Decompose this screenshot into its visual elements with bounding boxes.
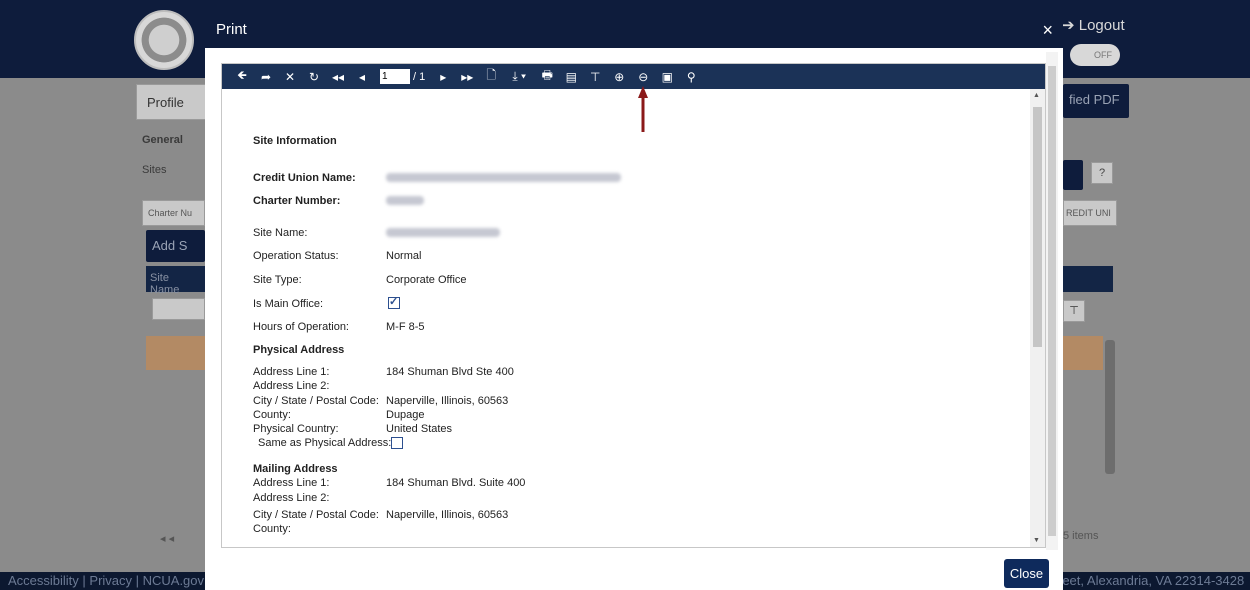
full-screen-icon[interactable]: ▣ (655, 64, 679, 89)
logout-link[interactable]: ➔ Logout (1062, 16, 1125, 34)
mail-line1-label: Address Line 1: (253, 477, 330, 489)
zoom-in-icon[interactable]: ⊕ (607, 64, 631, 89)
mail-line1-value: 184 Shuman Blvd. Suite 400 (386, 477, 526, 489)
page-indicator: / 1 (380, 69, 425, 84)
site-name-label: Site Name: (253, 227, 308, 239)
annotation-arrow-icon (638, 86, 648, 132)
print-dialog: Print × 🡸 ➦ ✕ ↻ ◂◂ ◂ / 1 ▸ ▸▸ 🗋 ⤓ ▾ 🖶 ▤ … (205, 12, 1063, 590)
close-icon[interactable]: × (1042, 12, 1053, 48)
print-icon[interactable]: 🖶 (535, 64, 559, 89)
report-page: Site Information Credit Union Name: Char… (222, 89, 1030, 547)
credit-union-filter[interactable]: REDIT UNI (1063, 200, 1117, 226)
charter-number-label: Charter Number: (253, 195, 341, 207)
page-number-input[interactable] (380, 69, 410, 84)
phys-county-value: Dupage (386, 409, 425, 421)
tab-profile[interactable]: Profile (136, 84, 206, 120)
physical-address-heading: Physical Address (253, 344, 345, 356)
page-setup-icon[interactable]: 🗋 (479, 64, 503, 89)
main-office-label: Is Main Office: (253, 298, 324, 310)
ncua-seal-logo (134, 10, 194, 70)
phys-line2-label: Address Line 2: (253, 380, 330, 392)
charter-number-value-redacted (386, 196, 424, 205)
subtab-general[interactable]: General (142, 134, 183, 146)
selected-row[interactable] (146, 336, 205, 370)
main-office-checkbox (388, 295, 400, 309)
phys-country-label: Physical Country: (253, 423, 339, 435)
export-icon[interactable]: ⤓ ▾ (503, 64, 535, 89)
operation-status-value: Normal (386, 250, 422, 262)
same-as-checkbox (391, 437, 403, 449)
dialog-scrollbar[interactable] (1046, 52, 1058, 550)
mail-city-label: City / State / Postal Code: (253, 509, 379, 521)
selected-row-right[interactable] (1063, 336, 1103, 370)
filter-icon[interactable]: ⊤ (1063, 300, 1085, 322)
viewer-toolbar: 🡸 ➦ ✕ ↻ ◂◂ ◂ / 1 ▸ ▸▸ 🗋 ⤓ ▾ 🖶 ▤ ⊤ ⊕ ⊖ ▣ … (222, 64, 1045, 89)
phys-line1-value: 184 Shuman Blvd Ste 400 (386, 366, 514, 378)
dialog-title: Print (216, 21, 247, 38)
pager-arrows[interactable]: ◂ ◂ (160, 532, 174, 545)
close-button[interactable]: Close (1004, 559, 1049, 588)
page-total: / 1 (413, 70, 426, 83)
footer-address: reet, Alexandria, VA 22314-3428 (1058, 573, 1245, 588)
site-type-label: Site Type: (253, 274, 302, 286)
action-button[interactable] (1063, 160, 1083, 190)
mail-line2-label: Address Line 2: (253, 492, 330, 504)
credit-union-label: Credit Union Name: (253, 172, 356, 184)
dialog-scroll-thumb[interactable] (1048, 66, 1056, 536)
site-name-filter-input[interactable] (152, 298, 205, 320)
last-page-icon[interactable]: ▸▸ (455, 64, 479, 89)
dialog-header: Print × (205, 12, 1063, 48)
report-scrollbar[interactable]: ▲ ▼ (1030, 89, 1045, 547)
refresh-icon[interactable]: ↻ (302, 64, 326, 89)
hours-value: M-F 8-5 (386, 321, 425, 333)
mailing-address-heading: Mailing Address (253, 463, 338, 475)
site-type-value: Corporate Office (386, 274, 467, 286)
help-button[interactable]: ? (1091, 162, 1113, 184)
section-title: Site Information (253, 135, 337, 147)
add-site-button[interactable]: Add S (146, 230, 205, 262)
search-icon[interactable]: ⚲ (679, 64, 703, 89)
phys-city-value: Naperville, Illinois, 60563 (386, 395, 509, 407)
print-layout-icon[interactable]: ▤ (559, 64, 583, 89)
mail-county-label: County: (253, 523, 291, 535)
sites-label: Sites (142, 164, 167, 176)
first-page-icon[interactable]: ◂◂ (326, 64, 350, 89)
scroll-down-icon[interactable]: ▼ (1033, 537, 1040, 544)
mail-city-value: Naperville, Illinois, 60563 (386, 509, 509, 521)
phys-city-label: City / State / Postal Code: (253, 395, 379, 407)
grid-header-right (1063, 266, 1113, 292)
grid-scrollbar[interactable] (1105, 340, 1115, 474)
next-page-icon[interactable]: ▸ (431, 64, 455, 89)
redo-icon[interactable]: ➦ (254, 64, 278, 89)
same-as-label: Same as Physical Address: (258, 437, 392, 449)
items-count: 5 items (1063, 530, 1099, 542)
stop-icon[interactable]: ✕ (278, 64, 302, 89)
hours-label: Hours of Operation: (253, 321, 349, 333)
undo-icon[interactable]: 🡸 (230, 64, 254, 89)
scroll-up-icon[interactable]: ▲ (1033, 92, 1040, 99)
site-name-value-redacted (386, 228, 500, 237)
parameters-icon[interactable]: ⊤ (583, 64, 607, 89)
report-viewer: 🡸 ➦ ✕ ↻ ◂◂ ◂ / 1 ▸ ▸▸ 🗋 ⤓ ▾ 🖶 ▤ ⊤ ⊕ ⊖ ▣ … (221, 63, 1046, 548)
operation-status-label: Operation Status: (253, 250, 339, 262)
toggle-switch[interactable]: OFF (1070, 44, 1120, 66)
phys-county-label: County: (253, 409, 291, 421)
report-scroll-thumb[interactable] (1033, 107, 1042, 347)
verified-pdf-button[interactable]: fied PDF (1063, 84, 1129, 118)
phys-line1-label: Address Line 1: (253, 366, 330, 378)
credit-union-value-redacted (386, 173, 621, 182)
previous-page-icon[interactable]: ◂ (350, 64, 374, 89)
phys-country-value: United States (386, 423, 453, 435)
site-name-column-header[interactable]: Site Name (146, 266, 205, 296)
footer-links[interactable]: Accessibility | Privacy | NCUA.gov (8, 572, 204, 590)
charter-filter-input[interactable]: Charter Nu (142, 200, 205, 226)
